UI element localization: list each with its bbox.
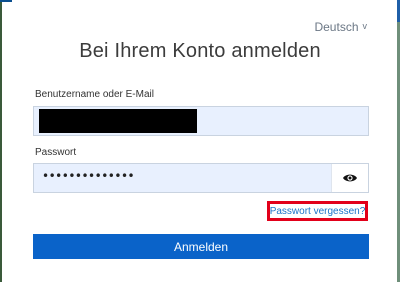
eye-icon xyxy=(343,174,357,182)
language-label: Deutsch xyxy=(314,20,359,34)
login-dialog: Deutsch v Bei Ihrem Konto anmelden Benut… xyxy=(0,0,400,282)
forgot-password-link[interactable]: Passwort vergessen? xyxy=(270,206,366,217)
redacted-username-value xyxy=(39,109,197,133)
chevron-down-icon: v xyxy=(362,21,368,31)
username-field[interactable] xyxy=(33,106,369,136)
page-title: Bei Ihrem Konto anmelden xyxy=(79,40,321,62)
password-masked-value: •••••••••••••• xyxy=(42,169,135,183)
password-label: Passwort xyxy=(35,147,77,158)
forgot-password-highlight: Passwort vergessen? xyxy=(267,201,368,221)
login-button[interactable]: Anmelden xyxy=(33,234,369,259)
password-field[interactable]: •••••••••••••• xyxy=(33,163,369,193)
show-password-button[interactable] xyxy=(331,164,368,192)
username-label: Benutzername oder E-Mail xyxy=(35,89,154,100)
window-edge-top-accent xyxy=(0,0,12,2)
language-selector[interactable]: Deutsch v xyxy=(314,20,367,34)
